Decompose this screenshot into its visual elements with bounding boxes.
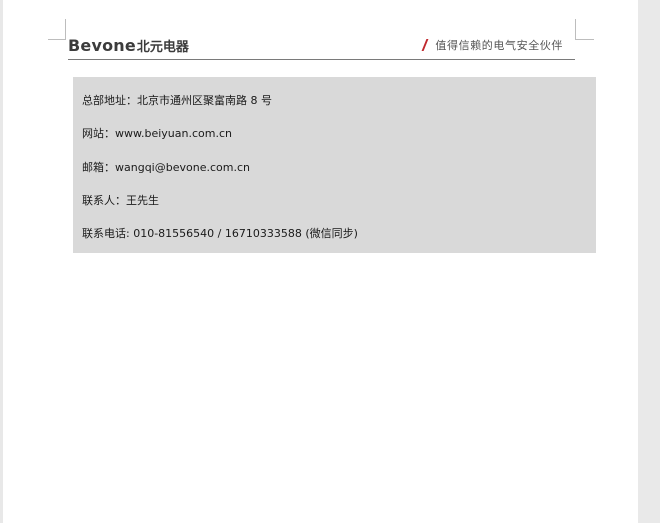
contact-address: 总部地址：北京市通州区聚富南路 8 号 [82, 94, 272, 107]
margin-corner-top-left [48, 19, 66, 40]
company-logo: Bevone 北元电器 [68, 36, 189, 55]
contact-email: 邮箱：wangqi@bevone.com.cn [82, 161, 250, 174]
header-tagline: 值得信赖的电气安全伙伴 [421, 37, 563, 53]
logo-chinese-text: 北元电器 [136, 40, 189, 55]
logo-latin-text: Bevone [68, 36, 136, 55]
tagline-text: 值得信赖的电气安全伙伴 [435, 39, 563, 52]
contact-phone: 联系电话: 010-81556540 / 16710333588 (微信同步) [82, 227, 358, 240]
page-header: Bevone 北元电器 值得信赖的电气安全伙伴 [68, 33, 575, 59]
header-divider [68, 59, 575, 60]
margin-corner-top-right [575, 19, 594, 40]
document-workspace: Bevone 北元电器 值得信赖的电气安全伙伴 总部地址：北京市通州区聚富南路 … [0, 0, 660, 523]
red-slash-icon [421, 39, 429, 51]
contact-website: 网站：www.beiyuan.com.cn [82, 127, 232, 140]
contact-info-box: 总部地址：北京市通州区聚富南路 8 号 网站：www.beiyuan.com.c… [73, 77, 596, 253]
workspace-right-margin [638, 0, 660, 523]
contact-person: 联系人：王先生 [82, 194, 159, 207]
